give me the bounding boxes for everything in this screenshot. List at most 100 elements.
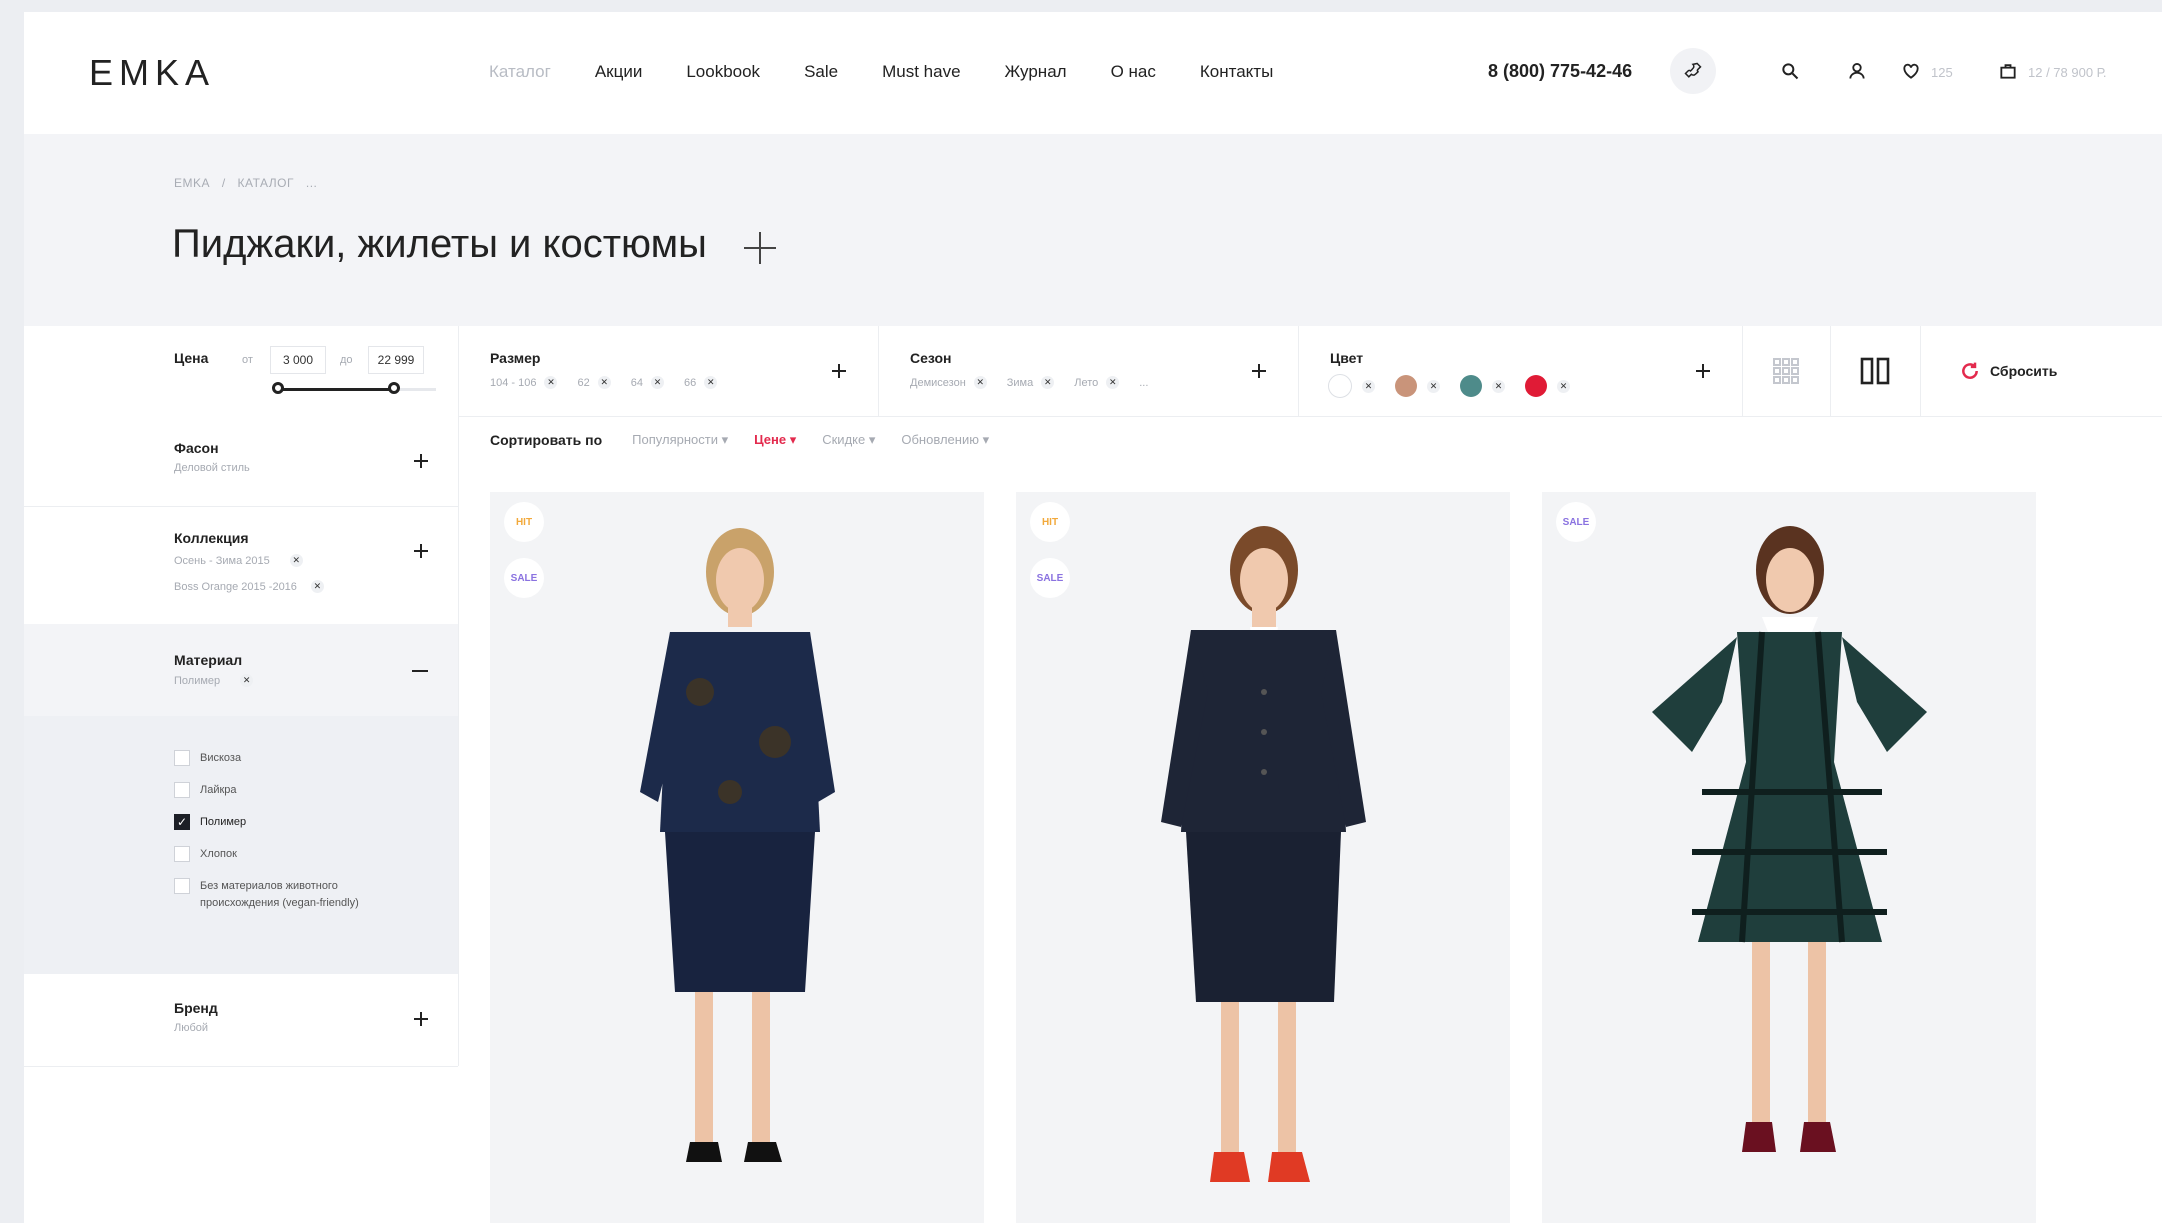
style-section[interactable]: Фасон Деловой стиль — [24, 416, 458, 507]
cart-summary[interactable]: 12 / 78 900 Р. — [2028, 65, 2107, 80]
favorites-count[interactable]: 125 — [1931, 65, 1953, 80]
collection-chip-label: Осень - Зима 2015 — [174, 554, 270, 567]
product-card[interactable]: SALE — [1542, 492, 2036, 1223]
checkbox[interactable] — [174, 878, 190, 894]
season-filter[interactable]: Сезон Демисезон ✕ Зима ✕ Лето ✕ ... — [878, 326, 1299, 416]
product-image[interactable] — [490, 492, 984, 1223]
material-option[interactable]: Без материалов животного происхождения (… — [174, 878, 390, 912]
nav-about[interactable]: О нас — [1111, 62, 1156, 82]
size-chip-label: 64 — [630, 376, 643, 389]
expand-color-plus-icon[interactable] — [1694, 362, 1712, 380]
material-option[interactable]: Лайкра — [174, 782, 237, 799]
logo[interactable]: EMKA — [89, 52, 215, 94]
breadcrumb-catalog[interactable]: КАТАЛОГ — [238, 176, 294, 190]
color-filter[interactable]: Цвет ✕ ✕ ✕ ✕ — [1298, 326, 1743, 416]
remove-chip-icon[interactable]: ✕ — [1362, 379, 1375, 393]
material-option[interactable]: ✓ Полимер — [174, 814, 246, 831]
sort-option-price[interactable]: Цене ▾ — [754, 432, 796, 448]
nav-promotions[interactable]: Акции — [595, 62, 643, 82]
color-swatch-beige[interactable] — [1395, 375, 1417, 397]
price-slider-range — [278, 388, 394, 391]
price-from-input[interactable]: 3 000 — [270, 346, 326, 374]
search-icon[interactable] — [1775, 56, 1805, 86]
remove-chip-icon[interactable]: ✕ — [597, 376, 611, 389]
remove-chip-icon[interactable]: ✕ — [973, 376, 987, 389]
checkbox[interactable] — [174, 782, 190, 798]
remove-chip-icon[interactable]: ✕ — [704, 376, 718, 389]
price-slider-max-handle[interactable] — [388, 382, 400, 394]
breadcrumb: EMKA / КАТАЛОГ ... — [174, 176, 325, 190]
large-view-toggle[interactable] — [1830, 326, 1921, 416]
filter-sidebar: Фасон Деловой стиль Коллекция Осень - Зи… — [24, 416, 459, 1067]
price-slider-min-handle[interactable] — [272, 382, 284, 394]
remove-chip-icon[interactable]: ✕ — [240, 674, 254, 687]
remove-chip-icon[interactable]: ✕ — [1492, 379, 1505, 393]
sort-option-discount[interactable]: Скидке ▾ — [822, 432, 875, 448]
nav-journal[interactable]: Журнал — [1005, 62, 1067, 82]
color-swatch-teal[interactable] — [1460, 375, 1482, 397]
reset-filters-button[interactable]: Сбросить — [1920, 326, 2162, 416]
season-more[interactable]: ... — [1139, 377, 1148, 389]
expand-category-button[interactable] — [742, 230, 778, 266]
collection-section[interactable]: Коллекция Осень - Зима 2015 ✕ Boss Orange… — [24, 506, 458, 625]
plus-icon — [744, 232, 776, 264]
expand-collection-plus-icon[interactable] — [412, 542, 430, 560]
breadcrumb-home[interactable]: EMKA — [174, 176, 210, 190]
season-chip-label: Зима — [1006, 376, 1034, 389]
remove-chip-icon[interactable]: ✕ — [289, 554, 303, 567]
material-section[interactable]: Материал Полимер ✕ — [24, 624, 458, 717]
grid-view-toggle[interactable] — [1742, 326, 1831, 416]
color-swatch-red[interactable] — [1525, 375, 1547, 397]
sort-option-updates[interactable]: Обновлению ▾ — [901, 432, 989, 448]
season-chip-label: Демисезон — [910, 376, 966, 389]
collection-title: Коллекция — [174, 530, 249, 546]
nav-lookbook[interactable]: Lookbook — [686, 62, 760, 82]
material-options: Вискоза Лайкра ✓ Полимер Хлопок Без мате… — [24, 716, 458, 974]
site-header: EMKA Каталог Акции Lookbook Sale Must ha… — [24, 12, 2162, 134]
brand-section[interactable]: Бренд Любой — [24, 974, 458, 1067]
color-swatch-white[interactable] — [1328, 374, 1352, 398]
size-filter[interactable]: Размер 104 - 106 ✕ 62 ✕ 64 ✕ 66 ✕ — [458, 326, 879, 416]
remove-chip-icon[interactable]: ✕ — [1041, 376, 1055, 389]
material-option[interactable]: Хлопок — [174, 846, 237, 863]
hit-badge: HIT — [504, 502, 544, 542]
page: EMKA Каталог Акции Lookbook Sale Must ha… — [24, 12, 2162, 1223]
bag-icon[interactable] — [1993, 56, 2023, 86]
remove-chip-icon[interactable]: ✕ — [544, 376, 558, 389]
nav-catalog[interactable]: Каталог — [489, 62, 551, 82]
checkbox-checked[interactable]: ✓ — [174, 814, 190, 830]
remove-chip-icon[interactable]: ✕ — [1106, 376, 1120, 389]
nav-sale[interactable]: Sale — [804, 62, 838, 82]
remove-chip-icon[interactable]: ✕ — [650, 376, 664, 389]
product-card[interactable]: HIT SALE — [1016, 492, 1510, 1223]
remove-chip-icon[interactable]: ✕ — [1557, 379, 1570, 393]
checkbox[interactable] — [174, 846, 190, 862]
nav-contacts[interactable]: Контакты — [1200, 62, 1273, 82]
product-image[interactable] — [1542, 492, 2036, 1223]
product-image[interactable] — [1016, 492, 1510, 1223]
remove-chip-icon[interactable]: ✕ — [1427, 379, 1440, 393]
heart-icon[interactable] — [1896, 56, 1926, 86]
remove-chip-icon[interactable]: ✕ — [310, 580, 324, 593]
price-to-input[interactable]: 22 999 — [368, 346, 424, 374]
material-chip-label: Полимер — [174, 674, 221, 687]
nav-must-have[interactable]: Must have — [882, 62, 960, 82]
call-button[interactable] — [1670, 48, 1716, 94]
product-card[interactable]: HIT SALE — [490, 492, 984, 1223]
phone-number[interactable]: 8 (800) 775-42-46 — [1488, 61, 1632, 82]
expand-size-plus-icon[interactable] — [830, 362, 848, 380]
expand-brand-plus-icon[interactable] — [412, 1010, 430, 1028]
material-chip: Полимер ✕ — [174, 674, 265, 687]
breadcrumb-more[interactable]: ... — [306, 176, 318, 190]
sort-option-popularity[interactable]: Популярности ▾ — [632, 432, 728, 448]
material-option[interactable]: Вискоза — [174, 750, 241, 767]
expand-style-plus-icon[interactable] — [412, 452, 430, 470]
checkbox[interactable] — [174, 750, 190, 766]
expand-season-plus-icon[interactable] — [1250, 362, 1268, 380]
sale-badge: SALE — [504, 558, 544, 598]
collapse-material-minus-icon[interactable] — [412, 670, 428, 672]
size-label: Размер — [490, 350, 541, 366]
price-slider[interactable] — [272, 382, 436, 394]
user-icon[interactable] — [1842, 56, 1872, 86]
breadcrumb-separator: / — [221, 176, 226, 190]
